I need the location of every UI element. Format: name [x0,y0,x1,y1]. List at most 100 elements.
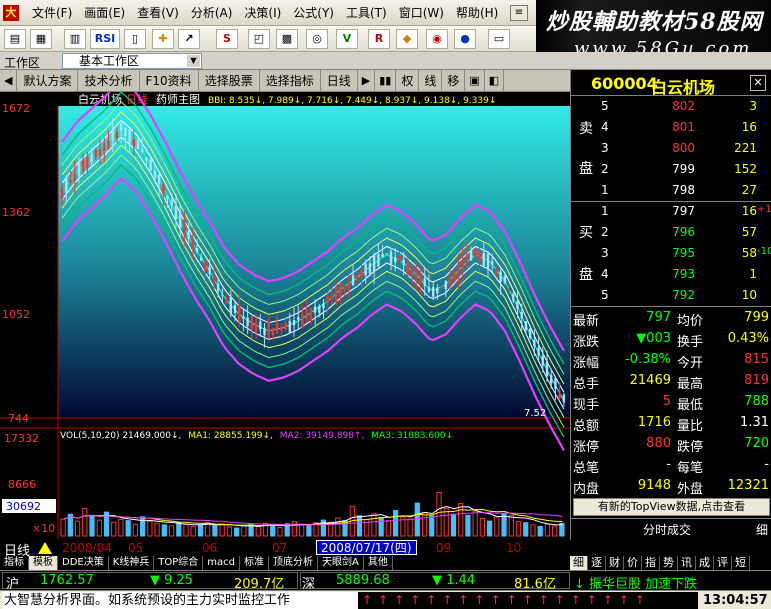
toolbar-table-icon[interactable]: ▥ [64,29,86,49]
menu-toggle-icon[interactable]: ≡ [510,5,528,21]
tab-standard[interactable]: 标准 [240,556,270,570]
rtab-short[interactable]: 短 [732,556,750,570]
level-number: 5 [601,288,609,302]
sell-level-row[interactable]: 4 801 16 [597,117,767,138]
buy-level-row[interactable]: 1 797 16 +1 [597,201,771,222]
stat-label: 涨停 [573,440,600,455]
candle-body [141,149,144,152]
tab-rights[interactable]: 权 [396,70,420,92]
menu-item[interactable]: 文件(F) [26,0,78,26]
rtab-detail[interactable]: 细 [570,556,588,570]
toolbar-plus-icon[interactable]: ✚ [152,29,174,49]
rtab-finance[interactable]: 财 [606,556,624,570]
chevron-down-icon[interactable]: ▼ [187,55,200,67]
level-volume: 27 [741,183,757,197]
play-icon[interactable]: ▶ [358,70,376,92]
toolbar-r-button[interactable]: R [368,29,390,49]
menu-item[interactable]: 查看(V) [131,0,185,26]
menu-item[interactable]: 画面(E) [78,0,131,26]
workarea-select[interactable]: 基本工作区 ▼ [62,53,202,69]
toolbar-folder-icon[interactable]: ▤ [4,29,26,49]
menu-item[interactable]: 公式(Y) [287,0,340,26]
buy-level-row[interactable]: 2 796 57 [597,222,767,243]
stat-label: 今开 [677,356,704,371]
rtab-composition[interactable]: 成 [696,556,714,570]
sell-level-row[interactable]: 1 798 27 [597,180,767,201]
menu-item[interactable]: 分析(A) [185,0,239,26]
toolbar-globe-icon[interactable]: ● [454,29,476,49]
left-arrow-icon[interactable]: ◀ [0,70,18,92]
menu-item[interactable]: 工具(T) [340,0,393,26]
sell-level-row[interactable]: 2 799 152 [597,159,767,180]
rtab-trend[interactable]: 势 [660,556,678,570]
level-volume: 3 [749,99,757,113]
candle-body [537,347,540,356]
pause-icon[interactable]: ▮▮ [375,70,397,92]
toolbar-chart-icon[interactable]: ▦ [30,29,52,49]
toolbar-s-button[interactable]: S [216,29,238,49]
buy-level-row[interactable]: 3 795 58 -10 [597,243,771,264]
tab-line[interactable]: 线 [419,70,443,92]
rtab-review[interactable]: 评 [714,556,732,570]
tab-top-composite[interactable]: TOP综合 [154,556,204,570]
toolbar-window-icon[interactable]: ▭ [488,29,510,49]
rtab-index[interactable]: 指 [642,556,660,570]
buy-level-row[interactable]: 5 792 10 [597,285,767,306]
tab-technical-analysis[interactable]: 技术分析 [78,70,140,92]
tab-indicator[interactable]: 指标 [0,556,29,570]
candle-body [406,263,410,275]
tab-macd[interactable]: macd [203,556,241,570]
tick-detail-button[interactable]: 细 [756,521,768,538]
index-ticker: 沪 1762.57 ▼ 9.25 209.7亿 深 5889.68 ▼ 1.44… [0,570,771,592]
volume-bar [212,524,218,537]
toolbar-cursor-icon[interactable]: ↗ [178,29,200,49]
buy-level-row[interactable]: 4 793 1 [597,264,767,285]
tab-default-scheme[interactable]: 默认方案 [17,70,79,92]
toolbar-dice-icon[interactable]: ◉ [426,29,448,49]
candle-body [233,305,237,313]
tab-template[interactable]: 模板 [29,556,58,570]
candle-body [499,271,502,283]
toolbar-chat-icon[interactable]: ◰ [248,29,270,49]
tab-dde[interactable]: DDE决策 [58,556,109,570]
toolbar-rsi-button[interactable]: RSI [90,29,120,49]
rtab-news[interactable]: 讯 [678,556,696,570]
toolbar-diamond-icon[interactable]: ◆ [396,29,418,49]
tab-f10[interactable]: F10资料 [140,70,199,92]
candle-body [208,267,211,275]
tab-top-bottom[interactable]: 顶底分析 [269,556,319,570]
rtab-price[interactable]: 价 [624,556,642,570]
layout-icon[interactable]: ▣ [465,70,485,92]
level-number: 3 [601,246,609,260]
menu-item[interactable]: 窗口(W) [393,0,450,26]
stat-label: 内盘 [573,482,600,497]
tab-select-stock[interactable]: 选择股票 [199,70,260,92]
tab-daily-line[interactable]: 日线 [321,70,358,92]
toolbar-binoculars-icon[interactable]: ◎ [306,29,328,49]
tab-sky-eye[interactable]: 天眼剑A [318,556,364,570]
stat-value: ▼003 [636,331,671,346]
menu-item[interactable]: 帮助(H) [450,0,504,26]
level-number: 3 [601,141,609,155]
sell-level-row[interactable]: 5 802 3 [597,96,767,117]
level-price: 797 [672,204,695,218]
right-panel-tabs: 细 逐 财 价 指 势 讯 成 评 短 [570,556,771,570]
toolbar-v-button[interactable]: V [336,29,358,49]
rtab-each[interactable]: 逐 [588,556,606,570]
level-price: 802 [672,99,695,113]
candle-body [103,143,106,151]
topview-button[interactable]: 有新的TopView数据,点击查看 [573,498,770,516]
tab-kline-soldier[interactable]: K线神兵 [109,556,155,570]
tab-other[interactable]: 其他 [364,556,393,570]
tab-select-indicator[interactable]: 选择指标 [260,70,321,92]
kline-chart[interactable]: 白云机场 日线 药师主图 BBI: 8.535↓, 7.989↓, 7.716↓… [0,92,570,540]
price-axis-label: 1672 [2,102,30,115]
period-warning-icon[interactable] [38,542,52,554]
panel-toggle-icon[interactable]: ◧ [485,70,505,92]
toolbar-bars-icon[interactable]: ▯ [124,29,146,49]
close-icon[interactable]: ✕ [750,75,766,91]
sell-level-row[interactable]: 3 800 221 [597,138,767,159]
tab-move[interactable]: 移 [442,70,466,92]
menu-item[interactable]: 决策(I) [238,0,287,26]
toolbar-grid-icon[interactable]: ▩ [276,29,298,49]
